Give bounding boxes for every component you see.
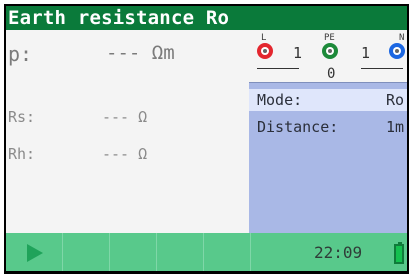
rs-label: Rs:: [8, 108, 36, 126]
terminal-l-icon: [257, 43, 273, 59]
terminal-pe-label: PE: [324, 33, 335, 43]
rho-label: p:: [8, 42, 33, 66]
battery-icon: [394, 242, 404, 264]
play-icon[interactable]: [27, 244, 43, 262]
terminal-n-label: N: [399, 33, 405, 43]
terminal-l-label: L: [261, 33, 267, 43]
distance-label: Distance:: [257, 118, 339, 136]
terminal-line-right: [361, 68, 403, 69]
l-n-voltage: 0: [327, 66, 336, 82]
distance-value[interactable]: 1m: [386, 118, 404, 136]
results-panel: p: --- Ωm Rs: --- Ω Rh: --- Ω: [6, 30, 249, 233]
clock-text: 22:09: [314, 243, 363, 262]
mode-label: Mode:: [257, 91, 303, 109]
rh-label: Rh:: [8, 145, 36, 163]
function-key-1[interactable]: [63, 233, 110, 271]
pe-n-voltage: 1: [361, 44, 371, 62]
terminal-n-icon: [389, 43, 405, 59]
function-key-2[interactable]: [110, 233, 157, 271]
terminal-pe-icon: [322, 43, 338, 59]
screen-title: Earth resistance Ro: [6, 6, 407, 30]
terminal-line-left: [257, 68, 299, 69]
mode-value[interactable]: Ro: [386, 91, 404, 109]
l-pe-voltage: 1: [293, 44, 303, 62]
function-key-4[interactable]: [204, 233, 251, 271]
terminal-status: L PE N 1 1 0: [249, 30, 407, 83]
rs-value: --- Ω: [102, 108, 148, 126]
function-key-3[interactable]: [157, 233, 204, 271]
rho-value: --- Ωm: [106, 42, 175, 64]
rh-value: --- Ω: [102, 145, 148, 163]
